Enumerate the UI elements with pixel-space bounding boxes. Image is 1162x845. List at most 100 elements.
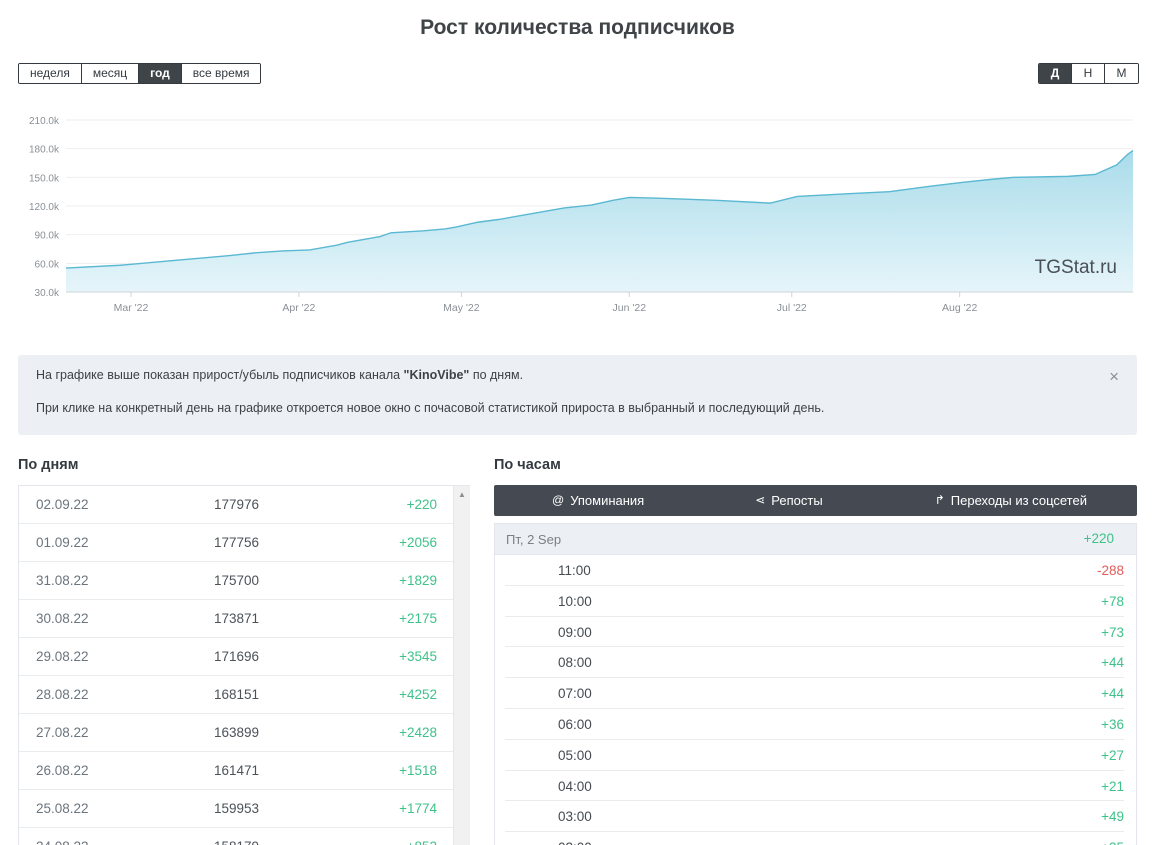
hour-delta: +73 bbox=[1101, 624, 1124, 640]
row-delta: +2056 bbox=[399, 535, 437, 550]
tab-mentions[interactable]: @ Упоминания bbox=[552, 485, 644, 516]
row-delta: +1774 bbox=[399, 801, 437, 816]
row-date: 01.09.22 bbox=[36, 535, 89, 550]
tab-reposts-label: Репосты bbox=[771, 493, 823, 508]
granularity-month-button[interactable]: М bbox=[1105, 64, 1138, 83]
hour-delta: +49 bbox=[1101, 809, 1124, 825]
list-item: 03:00 +49 bbox=[505, 801, 1124, 833]
hour-time: 10:00 bbox=[558, 593, 592, 609]
row-date: 30.08.22 bbox=[36, 611, 89, 626]
row-total: 175700 bbox=[214, 573, 260, 588]
hours-day-total: +220 bbox=[1083, 531, 1114, 546]
granularity-day-button[interactable]: Д bbox=[1039, 64, 1072, 83]
hour-delta: +27 bbox=[1101, 747, 1124, 763]
x-tick-label: May '22 bbox=[443, 302, 480, 314]
hour-delta: -288 bbox=[1096, 563, 1124, 578]
hour-time: 08:00 bbox=[558, 655, 592, 671]
hour-time: 04:00 bbox=[558, 778, 592, 794]
tab-reposts[interactable]: ⋖ Репосты bbox=[755, 485, 822, 516]
hour-delta: +36 bbox=[1101, 716, 1124, 732]
info-line-1-suffix: по дням. bbox=[469, 368, 524, 382]
row-delta: +2175 bbox=[399, 611, 437, 626]
row-total: 163899 bbox=[214, 725, 260, 740]
tab-mentions-label: Упоминания bbox=[570, 493, 645, 508]
row-delta: +4252 bbox=[399, 687, 437, 702]
table-row[interactable]: 02.09.22 177976 +220 bbox=[19, 486, 453, 524]
hour-time: 11:00 bbox=[558, 563, 591, 578]
row-total: 177756 bbox=[214, 535, 260, 550]
row-delta: +852 bbox=[407, 839, 437, 845]
list-item: 10:00 +78 bbox=[505, 586, 1124, 617]
table-row[interactable]: 31.08.22 175700 +1829 bbox=[19, 562, 453, 600]
row-date: 27.08.22 bbox=[36, 725, 89, 740]
period-month-button[interactable]: месяц bbox=[81, 64, 140, 83]
channel-name: "KinoVibe" bbox=[403, 368, 470, 382]
table-row[interactable]: 27.08.22 163899 +2428 bbox=[19, 714, 453, 752]
row-delta: +1829 bbox=[399, 573, 437, 588]
list-item: 06:00 +36 bbox=[505, 709, 1124, 740]
scrollbar[interactable]: ▲ bbox=[453, 486, 470, 845]
hour-delta: +21 bbox=[1101, 778, 1124, 794]
share-icon: ⋖ bbox=[755, 493, 766, 507]
table-row[interactable]: 26.08.22 161471 +1518 bbox=[19, 752, 453, 790]
list-item: 02:00 +35 bbox=[505, 832, 1124, 845]
hours-day-header[interactable]: Пт, 2 Sep +220 bbox=[495, 524, 1136, 555]
hour-time: 06:00 bbox=[558, 716, 592, 732]
table-row[interactable]: 01.09.22 177756 +2056 bbox=[19, 524, 453, 562]
hour-delta: +44 bbox=[1101, 655, 1124, 671]
x-tick-label: Aug '22 bbox=[942, 302, 977, 314]
period-year-button[interactable]: год bbox=[139, 64, 182, 83]
hour-delta: +35 bbox=[1101, 840, 1124, 845]
period-week-button[interactable]: неделя bbox=[19, 64, 82, 83]
granularity-week-button[interactable]: Н bbox=[1072, 64, 1105, 83]
by-hours-list: Пт, 2 Sep +220 11:00 -288 10:00 +78 09:00 +73… bbox=[494, 523, 1137, 845]
row-delta: +220 bbox=[406, 497, 437, 512]
x-tick-label: Mar '22 bbox=[114, 302, 149, 314]
row-delta: +2428 bbox=[399, 725, 437, 740]
subscribers-chart[interactable]: 30.0k 60.0k 90.0k 120.0k 150.0k 180.0k 210.0k M… bbox=[0, 100, 1160, 330]
info-line-1-prefix: На графике выше показан прирост/убыль по… bbox=[36, 368, 404, 382]
y-tick-label: 150.0k bbox=[29, 173, 60, 184]
table-row[interactable]: 24.08.22 158179 +852 bbox=[19, 828, 453, 845]
info-line-2: При клике на конкретный день на графике … bbox=[36, 401, 825, 415]
by-hours-title: По часам bbox=[494, 457, 561, 473]
info-line-1: На графике выше показан прирост/убыль по… bbox=[36, 368, 523, 382]
subscribers-area[interactable] bbox=[66, 150, 1133, 292]
scroll-up-arrow-icon[interactable]: ▲ bbox=[458, 490, 466, 499]
close-icon[interactable]: × bbox=[1109, 367, 1119, 387]
hour-time: 02:00 bbox=[558, 840, 592, 845]
row-total: 168151 bbox=[214, 687, 260, 702]
redirect-arrow-icon: ↱ bbox=[934, 493, 945, 507]
hour-delta: +44 bbox=[1101, 686, 1124, 702]
period-all-time-button[interactable]: все время bbox=[181, 64, 261, 83]
y-tick-label: 60.0k bbox=[35, 259, 60, 270]
y-tick-label: 210.0k bbox=[29, 116, 60, 127]
hour-time: 09:00 bbox=[558, 624, 592, 640]
granularity-selector: Д Н М bbox=[1038, 63, 1139, 84]
x-tick-label: Jul '22 bbox=[777, 302, 807, 314]
at-icon: @ bbox=[552, 493, 565, 507]
info-alert: На графике выше показан прирост/убыль по… bbox=[18, 355, 1137, 435]
row-total: 173871 bbox=[214, 611, 260, 626]
tab-social-referrals-label: Переходы из соцсетей bbox=[950, 493, 1087, 508]
table-row[interactable]: 30.08.22 173871 +2175 bbox=[19, 600, 453, 638]
x-tick-label: Apr '22 bbox=[282, 302, 315, 314]
y-tick-label: 120.0k bbox=[29, 202, 60, 213]
row-total: 177976 bbox=[214, 497, 260, 512]
row-total: 159953 bbox=[214, 801, 260, 816]
row-total: 158179 bbox=[214, 839, 259, 845]
list-item: 09:00 +73 bbox=[505, 617, 1124, 648]
tab-social-referrals[interactable]: ↱ Переходы из соцсетей bbox=[935, 485, 1087, 516]
row-date: 28.08.22 bbox=[36, 687, 89, 702]
x-tick-label: Jun '22 bbox=[613, 302, 647, 314]
hour-time: 03:00 bbox=[558, 809, 592, 825]
by-days-list: 02.09.22 177976 +220 01.09.22 177756 +2056 31.… bbox=[18, 485, 470, 845]
list-item: 04:00 +21 bbox=[505, 771, 1124, 802]
table-row[interactable]: 29.08.22 171696 +3545 bbox=[19, 638, 453, 676]
hours-tabs: @ Упоминания ⋖ Репосты ↱ Переходы из соц… bbox=[494, 485, 1137, 516]
table-row[interactable]: 25.08.22 159953 +1774 bbox=[19, 790, 453, 828]
table-row[interactable]: 28.08.22 168151 +4252 bbox=[19, 676, 453, 714]
period-selector: неделя месяц год все время bbox=[18, 63, 262, 84]
row-delta: +3545 bbox=[399, 649, 437, 664]
y-tick-label: 90.0k bbox=[35, 231, 60, 242]
